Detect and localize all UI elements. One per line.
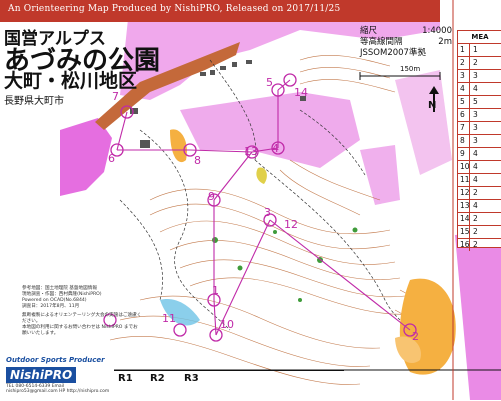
scalebar-label: 150m (400, 65, 421, 73)
control-row: 44 (458, 82, 501, 95)
control-row: 16 2 (458, 238, 501, 251)
credits-block: 参考地図：国土地理院 基盤地図情報 現地調査・作図：西村典隆(NishiPRO)… (22, 286, 142, 337)
control-row: 12 2 (458, 186, 501, 199)
logo-tagline: Outdoor Sports Producer (6, 356, 105, 364)
publisher-logo: Outdoor Sports Producer NishiPRO TEL 080… (6, 356, 114, 400)
scale-value: 1:4000 (422, 26, 452, 36)
credit-line: 調査日：2017年8月、11月 (22, 304, 80, 309)
result-r1: R1 (118, 373, 133, 384)
map-title-banner: An Orienteering Map Produced by NishiPRO… (0, 0, 440, 22)
control-row: 55 (458, 95, 501, 108)
control-row: 14 2 (458, 212, 501, 225)
contour-label: 等高線間隔 (360, 37, 403, 47)
title-line-3: 大町・松川地区 (4, 70, 138, 92)
control-number: 8 (194, 154, 201, 167)
control-row: 11 4 (458, 173, 501, 186)
control-number: 10 (220, 318, 234, 331)
control-number: 11 (162, 312, 176, 325)
result-r2: R2 (150, 373, 165, 384)
control-number: 12 (284, 218, 298, 231)
control-row: 10 4 (458, 160, 501, 173)
control-description-table: MEA 11 22 33 44 55 63 73 83 94 10 4 11 4 1… (457, 30, 501, 251)
control-number: 14 (294, 86, 308, 99)
control-row: 83 (458, 134, 501, 147)
control-number: 4 (272, 142, 279, 155)
credit-line: 無断複製によるオリエンテーリング大会の実施はご遠慮ください。 (22, 313, 142, 324)
result-table: R1 R2 R3 (114, 370, 344, 401)
logo-name: NishiPRO (6, 367, 77, 383)
control-number: 5 (266, 76, 273, 89)
scale-label: 縮尺 (360, 26, 378, 36)
control-number: 7 (112, 90, 119, 103)
control-row: 22 (458, 56, 501, 69)
control-number: 1 (212, 284, 219, 297)
control-number: 2 (412, 330, 419, 343)
control-row: 11 (458, 43, 501, 56)
banner-text: An Orienteering Map Produced by NishiPRO… (8, 4, 341, 14)
control-number: 3 (264, 206, 271, 219)
svg-text:N: N (428, 100, 436, 111)
control-row: 15 2 (458, 225, 501, 238)
control-number: 6 (108, 152, 115, 165)
control-number: 9 (208, 190, 215, 203)
result-r3: R3 (184, 373, 199, 384)
credit-line: 本地図の利用に関するお問い合わせは NishiPRO までお願いいたします。 (22, 325, 138, 336)
logo-contact: TEL 080-6514-6339 Email nishipro53@gmail… (6, 384, 110, 394)
control-table-header: MEA (471, 33, 489, 41)
north-arrow-icon: N (428, 86, 439, 112)
control-row: 63 (458, 108, 501, 121)
control-row: 13 4 (458, 199, 501, 212)
control-row: 33 (458, 69, 501, 82)
standard-label: JSSOM2007準拠 (360, 48, 426, 58)
control-row: 94 (458, 147, 501, 160)
contour-value: 2m (438, 37, 452, 47)
scale-info: 縮尺 1:4000 等高線間隔 2m JSSOM2007準拠 150m (360, 26, 452, 73)
control-row: 73 (458, 121, 501, 134)
title-line-4: 長野県大町市 (4, 96, 64, 107)
control-number: 13 (244, 145, 258, 158)
